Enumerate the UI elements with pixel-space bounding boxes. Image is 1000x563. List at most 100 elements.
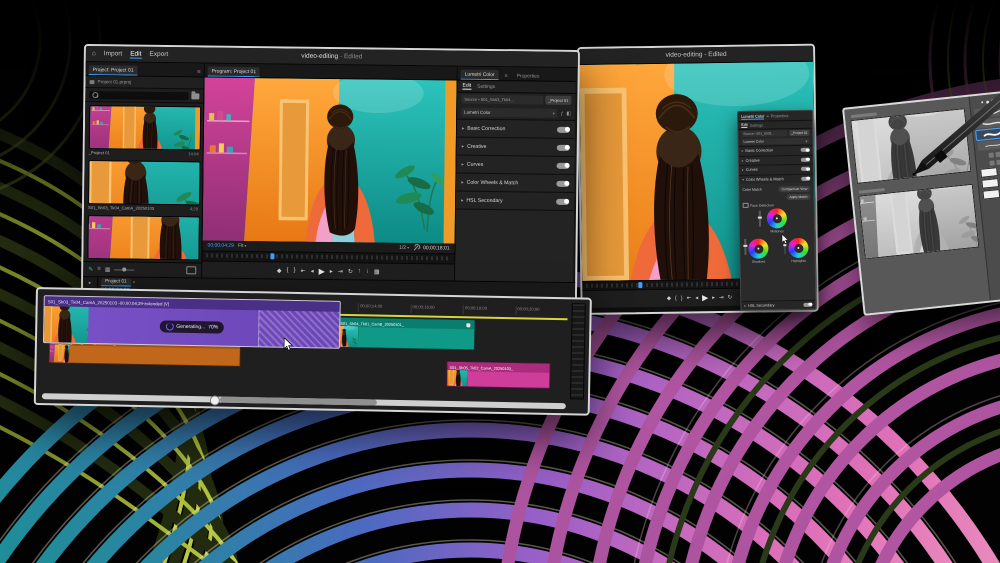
compare-view-icon[interactable]: ◧ — [566, 110, 571, 116]
tab-properties[interactable]: Properties — [771, 113, 789, 118]
add-marker-button[interactable]: ◆ — [277, 267, 282, 274]
menu-import[interactable]: Import — [104, 50, 123, 57]
loop-button[interactable]: ↻ — [728, 294, 733, 300]
tool-button[interactable] — [988, 152, 993, 157]
section-creative[interactable]: ▸ Creative — [457, 137, 575, 156]
effects-icon[interactable]: ƒ — [561, 110, 564, 116]
preset-dropdown[interactable]: Lumetri Color▾ — [741, 138, 809, 145]
section-hsl-secondary[interactable]: ▸ HSL Secondary — [456, 191, 574, 210]
mark-in-button[interactable]: { — [675, 295, 677, 301]
tab-edit[interactable]: Edit — [741, 123, 747, 128]
creative-toggle[interactable] — [557, 144, 570, 150]
color-wheels-toggle[interactable] — [801, 176, 810, 180]
add-marker-button[interactable]: ◆ — [667, 295, 671, 301]
hsl-secondary-toggle[interactable] — [556, 198, 569, 204]
tool-button[interactable] — [996, 159, 1000, 164]
basic-correction-toggle[interactable] — [801, 148, 810, 152]
tool-button[interactable] — [989, 160, 994, 165]
brush-size-dot[interactable] — [985, 100, 988, 103]
section-color-wheels-match[interactable]: ▸ Color Wheels & Match — [456, 173, 574, 192]
step-back-button[interactable]: ◂ — [311, 267, 314, 274]
project-item[interactable]: S01_Sh03_Tk04_CamA_202501034;29 — [88, 160, 199, 211]
step-forward-button[interactable]: ▸ — [330, 268, 333, 275]
curves-toggle[interactable] — [557, 162, 570, 168]
apply-match-button[interactable]: Apply Match — [786, 194, 810, 200]
clip-purple-extended[interactable]: S01_Sh03_Tk04_CamA_20250103 -00;00;04;29… — [43, 295, 341, 349]
color-swatch[interactable] — [980, 167, 998, 178]
clip-pink[interactable]: S01_Sh05_Tk02_CamA_20250103_ — [446, 361, 550, 389]
go-to-out-button[interactable]: ⇥ — [338, 268, 343, 275]
loop-button[interactable]: ↻ — [348, 268, 353, 275]
tab-lumetri-color[interactable]: Lumetri Color — [741, 113, 764, 119]
face-detection-checkbox[interactable] — [743, 203, 749, 209]
clip-teal[interactable]: S01_Sh04_Tk01_CamB_20250101_ — [337, 317, 476, 351]
home-icon[interactable]: ⌂ — [92, 50, 96, 57]
panel-menu-icon[interactable]: ≡ — [197, 69, 201, 76]
menu-edit[interactable]: Edit — [130, 50, 141, 58]
project-item[interactable]: S01_Sh04_Tk01_CamB_202501012;19 — [87, 215, 198, 262]
comparison-view-button[interactable]: Comparison View — [779, 186, 811, 193]
tab-program[interactable]: Program: Project 01 — [208, 66, 261, 77]
preset-dropdown[interactable]: Lumetri Color▾ — [461, 108, 558, 118]
tab-timeline-project[interactable]: Project 01 — [101, 278, 131, 286]
thumbnail-zoom-slider[interactable] — [114, 269, 134, 270]
playhead[interactable] — [638, 282, 642, 288]
search-input[interactable] — [89, 91, 188, 100]
panel-menu-icon[interactable]: ≡ — [502, 71, 511, 80]
play-button[interactable]: ▶ — [702, 293, 708, 302]
mark-in-button[interactable]: { — [287, 268, 289, 274]
shadows-slider[interactable] — [744, 239, 746, 255]
section-curves[interactable]: ▸ Curves — [456, 155, 574, 174]
zoom-knob[interactable] — [209, 395, 219, 405]
step-forward-button[interactable]: ▸ — [712, 295, 715, 301]
playback-resolution-dropdown[interactable]: 1/2▾ — [399, 245, 409, 251]
grid-view-icon[interactable]: ▦ — [105, 266, 111, 273]
creative-toggle[interactable] — [801, 157, 810, 161]
tab-settings[interactable]: Settings — [477, 83, 495, 89]
tab-edit[interactable]: Edit — [462, 83, 471, 90]
brush-size-dot[interactable] — [981, 101, 983, 103]
project-item[interactable]: _Project 0114;04 — [89, 105, 200, 156]
midtones-color-wheel[interactable] — [767, 208, 787, 228]
extract-button[interactable]: ↓ — [366, 269, 369, 275]
export-frame-button[interactable]: ▦ — [374, 268, 380, 275]
panel-menu-icon[interactable]: ≡ — [766, 113, 768, 118]
scrollbar-handle[interactable] — [220, 397, 377, 406]
playhead[interactable] — [270, 254, 274, 260]
tab-settings[interactable]: Settings — [750, 123, 763, 127]
tab-lumetri-color[interactable]: Lumetri Color — [461, 70, 499, 80]
zoom-level-dropdown[interactable]: Fit▾ — [238, 243, 247, 249]
tab-project[interactable]: Project: Project 01 — [89, 65, 138, 76]
color-swatch[interactable] — [982, 189, 1000, 200]
go-to-in-button[interactable]: ⇤ — [687, 295, 692, 301]
highlights-color-wheel[interactable] — [788, 238, 808, 258]
step-back-button[interactable]: ◂ — [695, 295, 698, 301]
go-to-in-button[interactable]: ⇤ — [301, 267, 306, 274]
source-project-button[interactable]: _Project 01 — [789, 130, 809, 136]
source-clip-field[interactable]: Source • S01_Sh03… — [741, 130, 787, 137]
list-view-icon[interactable]: ≡ — [97, 266, 101, 272]
section-hsl-secondary[interactable]: ▸ HSL Secondary — [741, 299, 815, 310]
current-timecode[interactable]: 00;00;04;29 — [208, 242, 234, 248]
hsl-secondary-toggle[interactable] — [803, 302, 812, 306]
menu-export[interactable]: Export — [149, 51, 168, 58]
shadows-color-wheel[interactable] — [748, 238, 768, 258]
source-clip-field[interactable]: Source • S01_Sh03_Tk04… — [461, 95, 543, 105]
close-icon[interactable]: × — [133, 280, 136, 285]
edit-pencil-icon[interactable]: ✎ — [88, 266, 93, 273]
play-button[interactable]: ▶ — [319, 266, 325, 275]
settings-wrench-icon[interactable] — [413, 245, 419, 251]
color-wheels-toggle[interactable] — [556, 180, 569, 186]
basic-correction-toggle[interactable] — [557, 126, 570, 132]
selection-tool-icon[interactable]: ▸ — [89, 280, 92, 286]
lift-button[interactable]: ↑ — [358, 268, 361, 274]
tool-button[interactable] — [995, 151, 1000, 156]
section-basic-correction[interactable]: ▸ Basic Correction — [457, 119, 575, 138]
brush-size-dot[interactable] — [991, 99, 995, 103]
storyboard-frame-2[interactable] — [858, 184, 979, 260]
mark-out-button[interactable]: } — [681, 295, 683, 301]
curves-toggle[interactable] — [801, 167, 810, 171]
source-project-button[interactable]: _Project 01 — [545, 96, 571, 105]
brush-size-dots[interactable] — [973, 94, 1000, 107]
mark-out-button[interactable]: } — [294, 268, 296, 274]
